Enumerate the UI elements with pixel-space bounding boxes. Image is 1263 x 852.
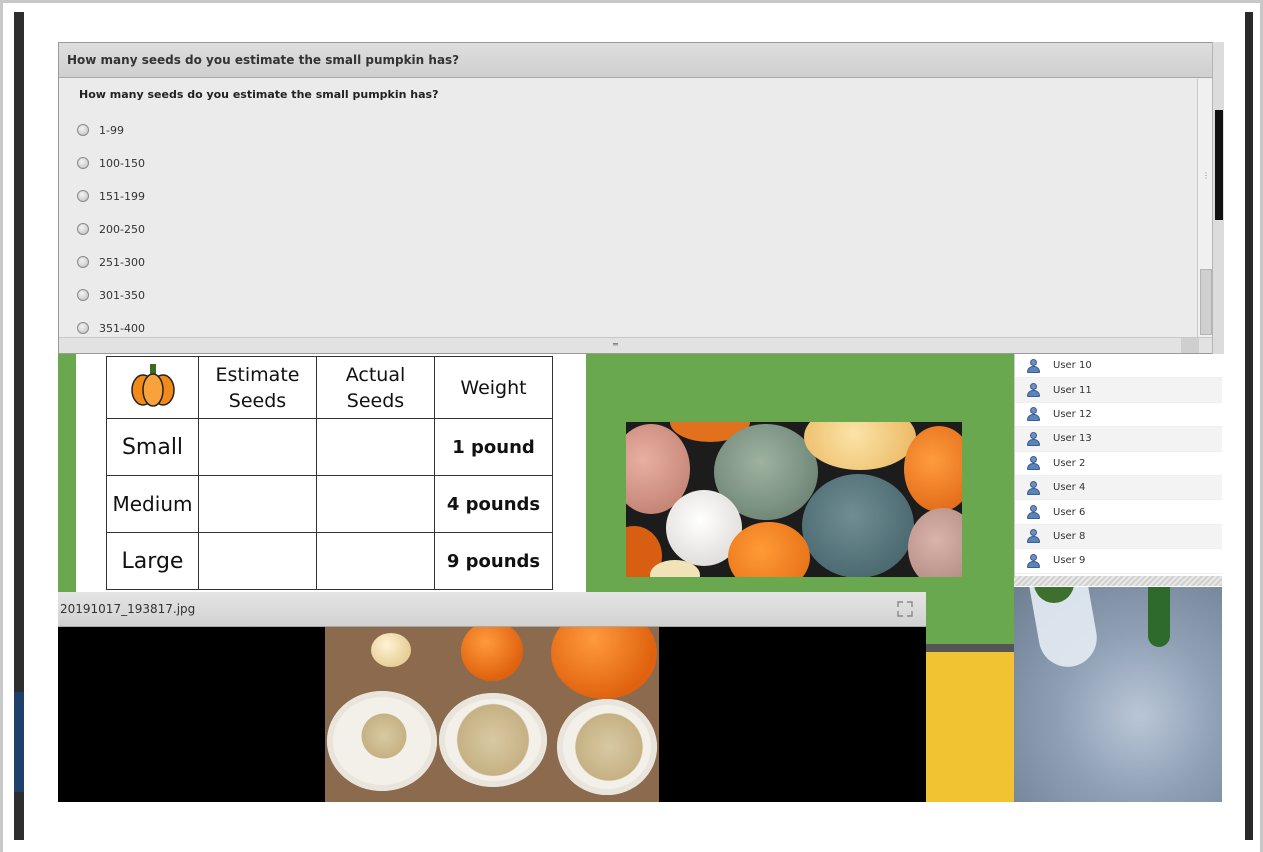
expand-icon[interactable] xyxy=(896,600,914,618)
pumpkin-icon-cell xyxy=(106,356,199,419)
poll-option[interactable]: 100-150 xyxy=(77,155,145,171)
user-name: User 12 xyxy=(1053,408,1092,420)
header-actual-seeds: Actual Seeds xyxy=(316,356,435,419)
poll-option-label: 1-99 xyxy=(99,123,124,137)
user-name: User 13 xyxy=(1053,433,1092,445)
header-estimate-seeds: Estimate Seeds xyxy=(198,356,317,419)
image-viewer-titlebar: 20191017_193817.jpg xyxy=(58,592,926,627)
user-row[interactable]: User 2 xyxy=(1015,452,1222,476)
row-size-large: Large xyxy=(106,532,199,590)
poll-question: How many seeds do you estimate the small… xyxy=(79,88,439,101)
poll-title: How many seeds do you estimate the small… xyxy=(59,43,1217,78)
user-name: User 10 xyxy=(1053,360,1092,372)
pumpkins-photo xyxy=(626,422,962,577)
slide-yellow-block xyxy=(925,652,1014,802)
image-viewer-pod: 20191017_193817.jpg xyxy=(58,592,926,802)
slide-divider xyxy=(925,644,1014,652)
poll-option-label: 301-350 xyxy=(99,288,145,302)
user-icon xyxy=(1027,456,1040,471)
radio-button[interactable] xyxy=(77,256,89,268)
pumpkin-seeds-photo xyxy=(325,627,659,802)
poll-body: How many seeds do you estimate the small… xyxy=(59,78,1217,338)
scroll-grip-icon: ⋮ xyxy=(1202,171,1210,180)
poll-option[interactable]: 1-99 xyxy=(77,122,124,138)
user-icon xyxy=(1027,480,1040,495)
user-icon xyxy=(1027,505,1040,520)
poll-option-label: 200-250 xyxy=(99,222,145,236)
poll-option[interactable]: 200-250 xyxy=(77,221,145,237)
edge-dark-block xyxy=(1215,110,1223,220)
user-icon xyxy=(1027,529,1040,544)
cell-actual xyxy=(316,532,435,590)
radio-button[interactable] xyxy=(77,190,89,202)
poll-option-label: 151-199 xyxy=(99,189,145,203)
user-name: User 6 xyxy=(1053,506,1086,518)
scroll-thumb[interactable] xyxy=(1200,269,1212,335)
cell-estimate xyxy=(198,475,317,533)
cell-actual xyxy=(316,475,435,533)
poll-option[interactable]: 301-350 xyxy=(77,287,145,303)
left-edge-bar xyxy=(14,12,24,840)
page-border-left xyxy=(0,0,3,852)
user-row[interactable]: User 9 xyxy=(1015,549,1222,574)
user-name: User 4 xyxy=(1053,482,1086,494)
poll-option-label: 351-400 xyxy=(99,321,145,335)
poll-option[interactable]: 151-199 xyxy=(77,188,145,204)
cell-weight: 9 pounds xyxy=(434,532,553,590)
left-edge-accent xyxy=(14,692,24,792)
attendee-list: User 10 User 11 User 12 User 13 User 2 U… xyxy=(1014,354,1222,576)
poll-option-label: 100-150 xyxy=(99,156,145,170)
user-row[interactable]: User 6 xyxy=(1015,500,1222,525)
user-icon xyxy=(1027,358,1040,373)
user-name: User 9 xyxy=(1053,555,1086,567)
user-row[interactable]: User 10 xyxy=(1015,354,1222,379)
radio-button[interactable] xyxy=(77,289,89,301)
user-icon xyxy=(1027,553,1040,568)
header-weight: Weight xyxy=(434,356,553,419)
user-row[interactable]: User 13 xyxy=(1015,427,1222,452)
poll-side-edge xyxy=(1212,42,1224,354)
cell-actual xyxy=(316,418,435,476)
radio-button[interactable] xyxy=(77,157,89,169)
right-edge-bar xyxy=(1245,12,1253,840)
webcam-video xyxy=(1014,587,1222,802)
radio-button[interactable] xyxy=(77,223,89,235)
attendee-list-resize-handle[interactable] xyxy=(1014,576,1222,586)
pumpkin-table: Estimate Seeds Actual Seeds Weight Small… xyxy=(106,356,553,590)
poll-vertical-scrollbar[interactable]: ⋮ xyxy=(1197,79,1213,337)
user-icon xyxy=(1027,431,1040,446)
image-filename: 20191017_193817.jpg xyxy=(60,602,196,616)
user-name: User 2 xyxy=(1053,457,1086,469)
user-icon xyxy=(1027,383,1040,398)
radio-button[interactable] xyxy=(77,124,89,136)
user-row[interactable]: User 11 xyxy=(1015,378,1222,403)
user-row[interactable]: User 12 xyxy=(1015,403,1222,428)
row-size-medium: Medium xyxy=(106,475,199,533)
cell-weight: 4 pounds xyxy=(434,475,553,533)
row-size-small: Small xyxy=(106,418,199,476)
poll-option[interactable]: 251-300 xyxy=(77,254,145,270)
user-row[interactable]: User 8 xyxy=(1015,524,1222,550)
user-name: User 8 xyxy=(1053,530,1086,542)
cell-weight: 1 pound xyxy=(434,418,553,476)
radio-button[interactable] xyxy=(77,322,89,334)
poll-option-label: 251-300 xyxy=(99,255,145,269)
page-border-top xyxy=(0,0,1263,3)
cell-estimate xyxy=(198,532,317,590)
poll-pod: How many seeds do you estimate the small… xyxy=(58,42,1218,354)
user-icon xyxy=(1027,407,1040,422)
resize-grip-icon: ═ xyxy=(613,340,618,349)
cell-estimate xyxy=(198,418,317,476)
pumpkin-icon xyxy=(130,363,175,407)
scroll-corner xyxy=(1181,338,1199,353)
user-row[interactable]: User 4 xyxy=(1015,475,1222,501)
poll-resize-bar[interactable]: ═ xyxy=(59,337,1217,353)
poll-option[interactable]: 351-400 xyxy=(77,320,145,336)
user-name: User 11 xyxy=(1053,384,1092,396)
